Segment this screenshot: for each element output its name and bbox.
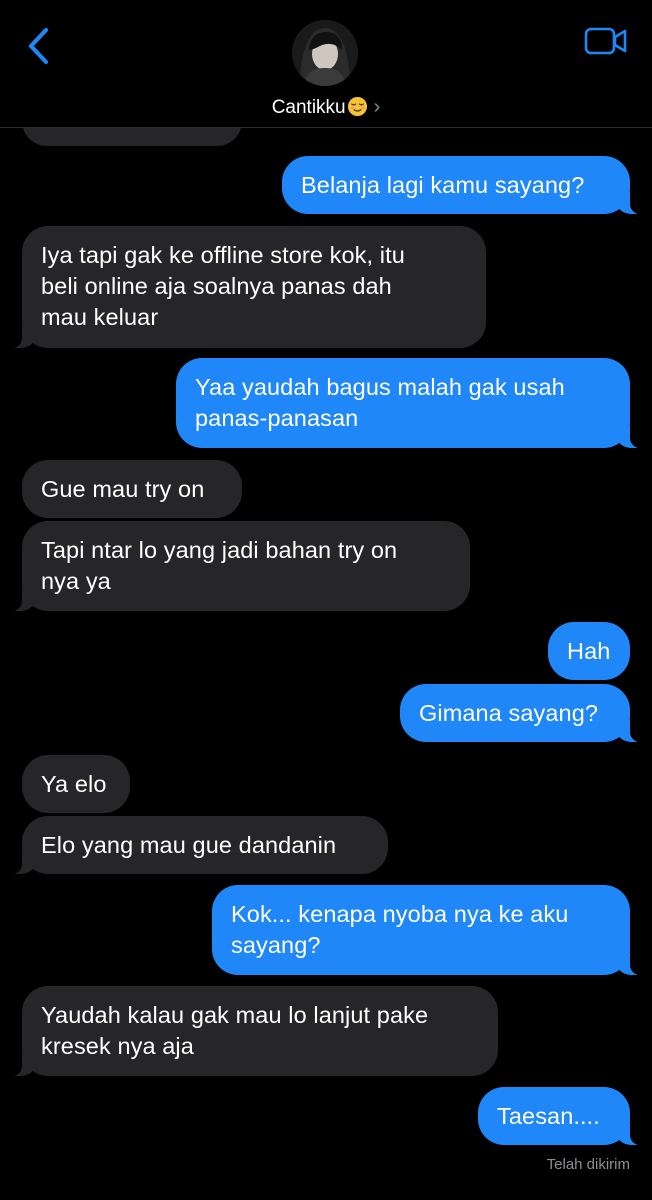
message-text-line: Iya tapi gak ke offline store kok, itu bbox=[41, 242, 405, 268]
chevron-right-icon: › bbox=[373, 96, 381, 118]
message-text-line: kresek nya aja bbox=[41, 1033, 194, 1059]
imessage-conversation: Cantikku › Belanja lagi kamu sayang? Iya… bbox=[0, 0, 652, 1200]
message-bubble-outgoing[interactable]: Hah bbox=[548, 622, 630, 680]
message-text-line: panas-panasan bbox=[195, 405, 359, 431]
message-text: Gue mau try on bbox=[41, 476, 205, 502]
message-bubble-outgoing[interactable]: Taesan.... bbox=[478, 1087, 644, 1145]
message-text-line: beli online aja soalnya panas dah bbox=[41, 273, 392, 299]
message-text-line: mau keluar bbox=[41, 304, 159, 330]
message-text-line: sayang? bbox=[231, 932, 321, 958]
message-text-line: Yaudah kalau gak mau lo lanjut pake bbox=[41, 1002, 429, 1028]
chevron-left-icon bbox=[28, 27, 49, 65]
message-text: Belanja lagi kamu sayang? bbox=[301, 172, 585, 198]
message-bubble-incoming[interactable]: Ya elo bbox=[22, 755, 130, 813]
contact-name-button[interactable]: Cantikku › bbox=[0, 96, 652, 119]
avatar-photo bbox=[292, 20, 358, 86]
message-bubble-incoming[interactable]: Yaudah kalau gak mau lo lanjut pake kres… bbox=[8, 986, 498, 1076]
message-text: Taesan.... bbox=[497, 1103, 600, 1129]
message-text: Gimana sayang? bbox=[419, 700, 599, 726]
back-button[interactable] bbox=[22, 24, 56, 68]
message-bubble-incoming[interactable]: Gue mau try on bbox=[22, 460, 242, 518]
delivery-status: Telah dikirim bbox=[546, 1156, 630, 1173]
message-bubble-incoming[interactable]: Iya tapi gak ke offline store kok, itu b… bbox=[8, 226, 486, 348]
message-bubble-outgoing[interactable]: Belanja lagi kamu sayang? bbox=[282, 156, 644, 214]
video-camera-icon bbox=[584, 27, 627, 55]
message-bubble-incoming[interactable]: Tapi ntar lo yang jadi bahan try on nya … bbox=[8, 521, 470, 611]
conversation-header: Cantikku › bbox=[0, 0, 652, 128]
message-text-line: Tapi ntar lo yang jadi bahan try on bbox=[41, 537, 398, 563]
message-bubble-incoming[interactable]: Elo yang mau gue dandanin bbox=[8, 816, 388, 874]
message-bubble-outgoing[interactable]: Yaa yaudah bagus malah gak usah panas-pa… bbox=[176, 358, 644, 448]
message-text-line: nya ya bbox=[41, 568, 111, 594]
message-text: Hah bbox=[567, 638, 611, 664]
message-text: Elo yang mau gue dandanin bbox=[41, 832, 337, 858]
relieved-face-emoji bbox=[347, 96, 367, 117]
message-text-line: Kok... kenapa nyoba nya ke aku bbox=[231, 901, 569, 927]
message-text: Ya elo bbox=[41, 771, 107, 797]
message-bubble-outgoing[interactable]: Kok... kenapa nyoba nya ke aku sayang? bbox=[212, 885, 644, 975]
message-text-line: Yaa yaudah bagus malah gak usah bbox=[195, 374, 565, 400]
video-call-button[interactable] bbox=[584, 26, 628, 56]
contact-name: Cantikku bbox=[271, 97, 346, 118]
message-bubble-outgoing[interactable]: Gimana sayang? bbox=[400, 684, 644, 742]
contact-avatar[interactable] bbox=[292, 20, 358, 86]
